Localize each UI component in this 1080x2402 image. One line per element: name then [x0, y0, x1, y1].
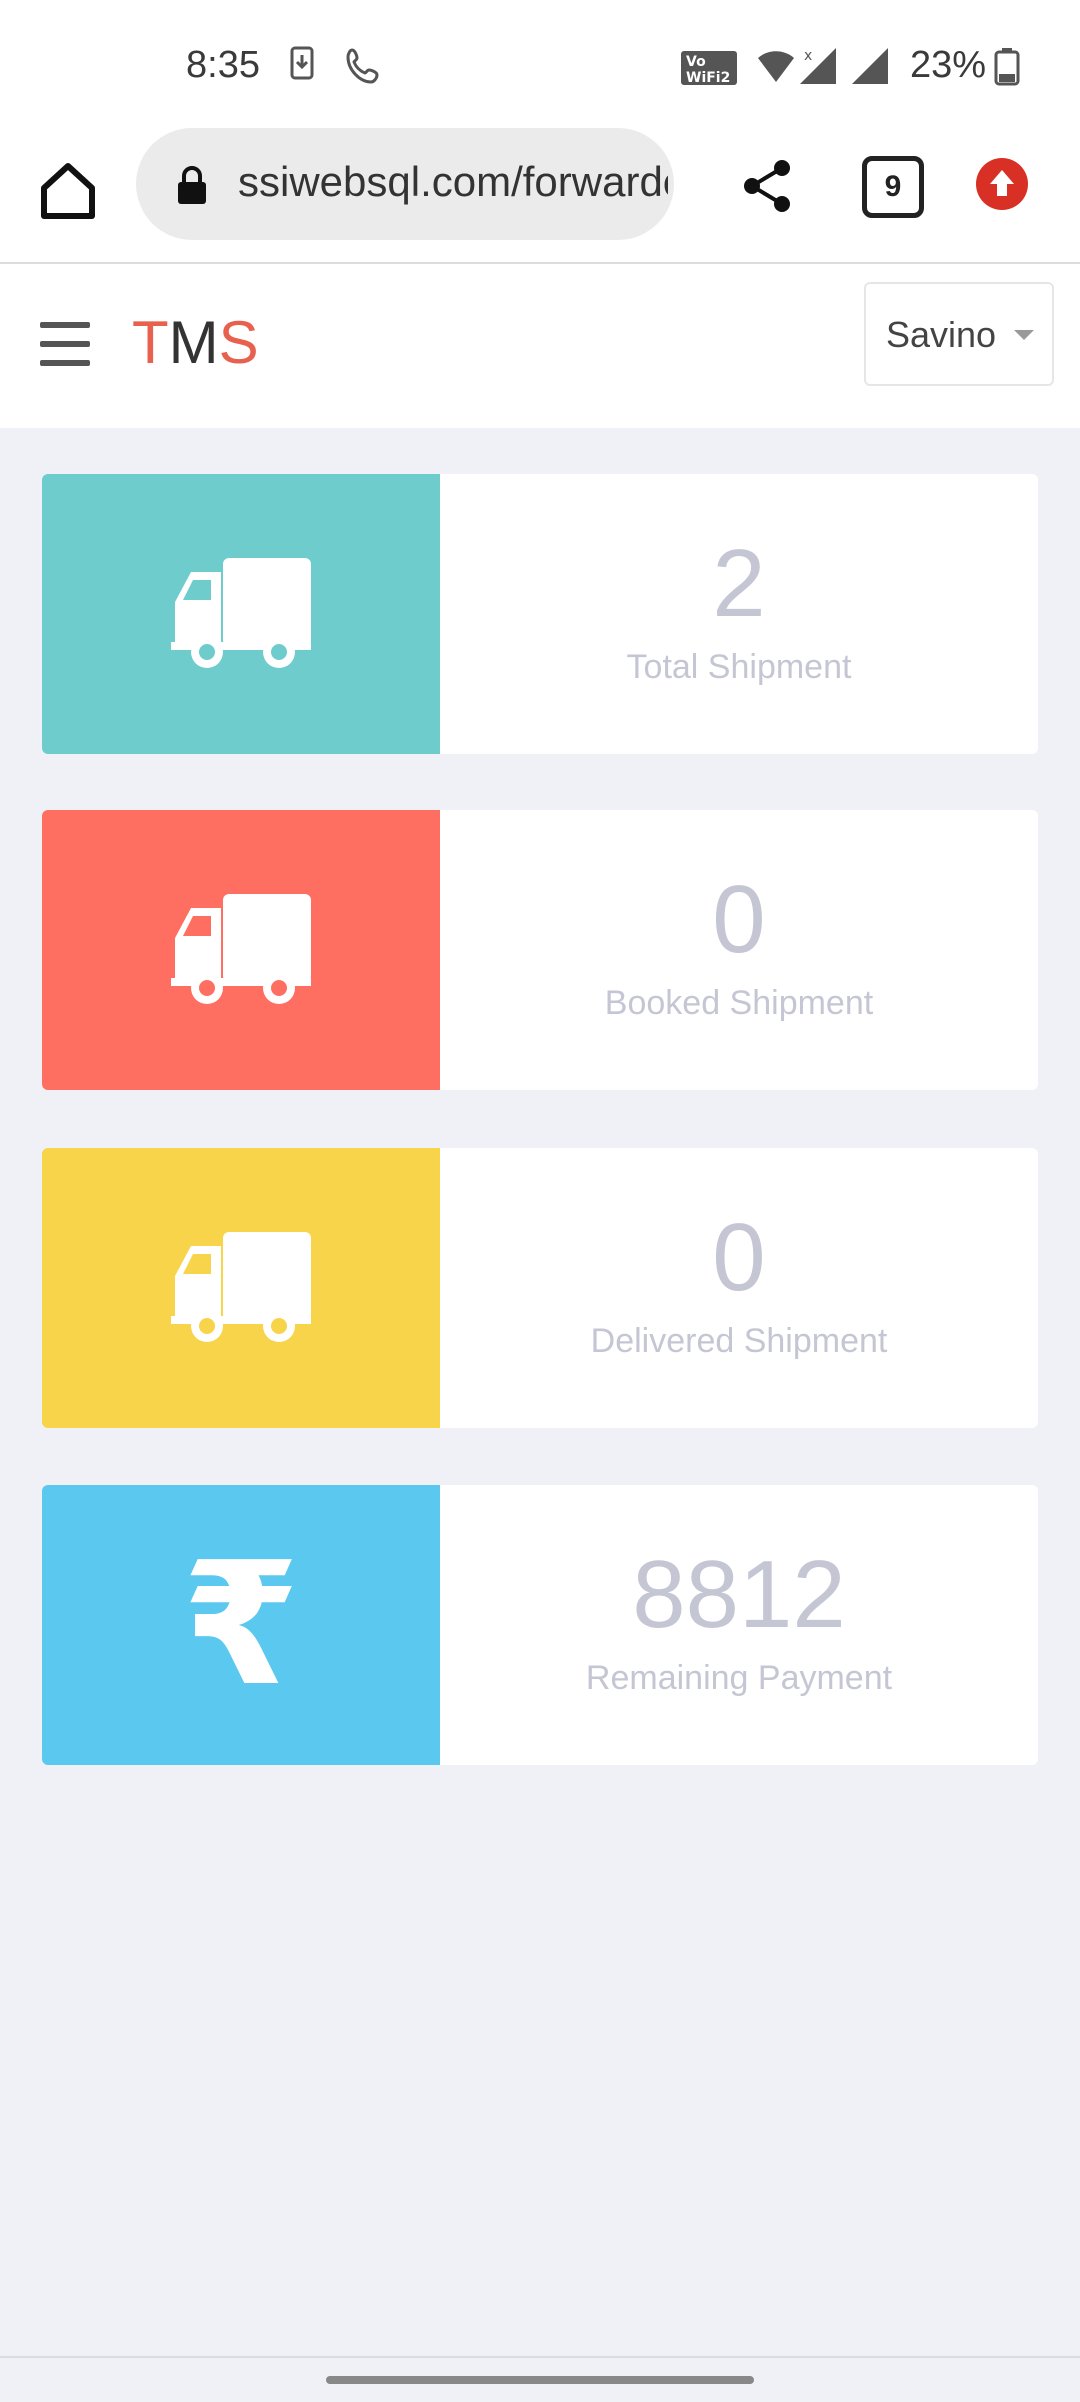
status-time: 8:35 — [186, 44, 260, 86]
card-label: Total Shipment — [626, 648, 852, 686]
card-value: 0 — [712, 1204, 766, 1311]
truck-icon — [171, 1232, 311, 1342]
card-value: 0 — [712, 866, 766, 973]
card-label: Delivered Shipment — [590, 1322, 888, 1360]
home-icon — [41, 163, 95, 219]
logo-letter-t: T — [132, 309, 169, 376]
arrow-up-icon — [990, 170, 1014, 196]
svg-text:x: x — [804, 48, 812, 64]
svg-text:Vo: Vo — [686, 54, 706, 70]
card-label: Remaining Payment — [585, 1659, 893, 1697]
vowifi-icon: Vo WiFi2 — [680, 50, 738, 91]
card-value: 2 — [712, 530, 766, 637]
app-header: TMS Savino — [0, 264, 1080, 428]
gesture-handle[interactable] — [326, 2376, 754, 2384]
status-bar: 8:35 Vo WiFi2 x 23% — [0, 0, 1080, 128]
battery-icon — [994, 48, 1020, 91]
wifi-icon — [756, 48, 796, 89]
lock-icon — [176, 166, 208, 211]
hamburger-menu-icon[interactable] — [40, 322, 90, 366]
update-button[interactable] — [976, 158, 1028, 210]
booked-shipment-card[interactable]: 0 Booked Shipment — [42, 810, 1038, 1090]
user-name: Savino — [886, 314, 997, 355]
card-icon-tile — [42, 1148, 440, 1428]
signal-2-icon — [850, 46, 890, 91]
chevron-down-icon — [1014, 330, 1034, 340]
battery-percent: 23% — [910, 44, 987, 86]
card-icon-tile — [42, 810, 440, 1090]
rupee-icon: ₹ — [181, 1530, 301, 1720]
app-logo[interactable]: TMS — [132, 308, 259, 377]
truck-icon — [171, 894, 311, 1004]
total-shipment-card[interactable]: 2 Total Shipment — [42, 474, 1038, 754]
delivered-shipment-card[interactable]: 0 Delivered Shipment — [42, 1148, 1038, 1428]
download-notification-icon — [290, 46, 314, 85]
card-label: Booked Shipment — [604, 984, 874, 1022]
address-bar[interactable]: ssiwebsql.com/forwarder/dashboard — [136, 128, 674, 240]
share-button[interactable] — [738, 156, 798, 216]
card-value: 8812 — [632, 1541, 846, 1648]
tab-switcher-button[interactable]: 9 — [862, 156, 924, 218]
svg-text:WiFi2: WiFi2 — [686, 70, 730, 86]
truck-icon — [171, 558, 311, 668]
logo-letter-s: S — [218, 309, 259, 376]
card-icon-tile — [42, 474, 440, 754]
home-button[interactable] — [36, 158, 100, 222]
logo-letter-m: M — [168, 309, 219, 376]
user-dropdown[interactable]: Savino — [864, 282, 1054, 386]
remaining-payment-card[interactable]: ₹ 8812 Remaining Payment — [42, 1485, 1038, 1765]
card-icon-tile: ₹ — [42, 1485, 440, 1765]
browser-toolbar: ssiwebsql.com/forwarder/dashboard 9 — [0, 128, 1080, 264]
url-text[interactable]: ssiwebsql.com/forwarder/dashboard — [238, 158, 668, 206]
share-icon — [744, 160, 790, 212]
call-icon — [344, 46, 384, 91]
signal-1-icon: x — [798, 46, 838, 91]
